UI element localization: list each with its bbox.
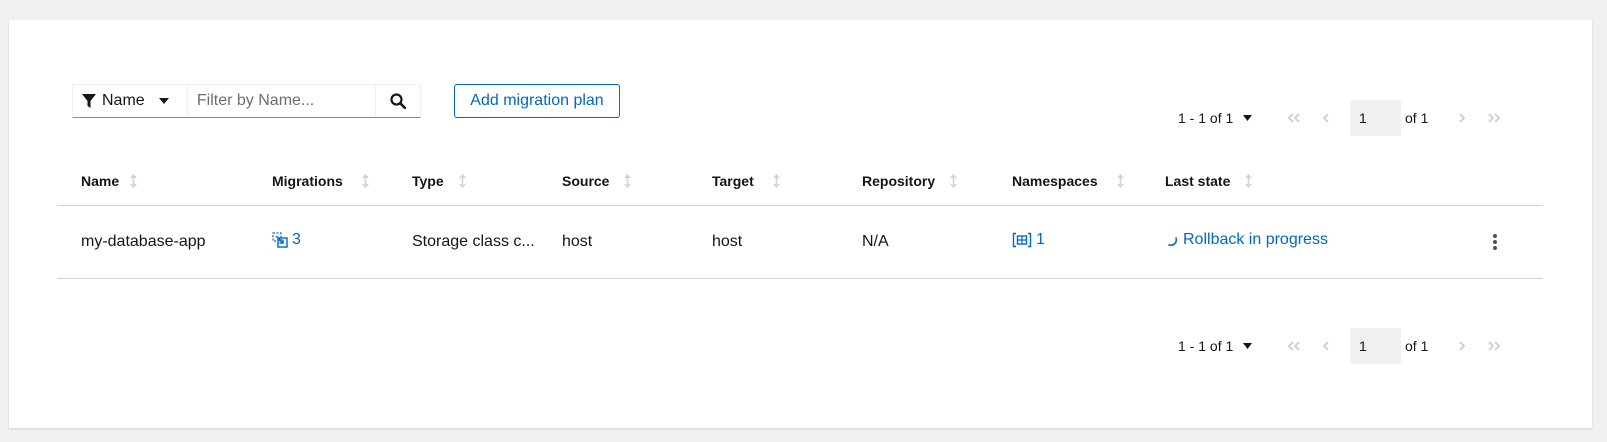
table-header-row: Name Migrations Type Source Target Repos… xyxy=(57,157,1543,206)
sort-icon xyxy=(458,174,466,188)
row-actions-cell xyxy=(1455,232,1535,252)
caret-down-icon xyxy=(158,98,169,104)
namespaces-cell: 1 xyxy=(1012,231,1165,253)
sort-icon xyxy=(950,174,958,188)
double-chevron-right-icon xyxy=(1488,113,1501,123)
plan-name: my-database-app xyxy=(81,233,206,250)
column-label: Repository xyxy=(862,173,936,189)
migration-plans-table: Name Migrations Type Source Target Repos… xyxy=(57,157,1543,279)
chevron-left-icon xyxy=(1322,113,1329,123)
column-label: Migrations xyxy=(272,173,343,189)
first-page-button[interactable] xyxy=(1278,100,1310,136)
pagination-range: 1 - 1 of 1 xyxy=(1178,338,1234,354)
search-button[interactable] xyxy=(374,85,420,117)
pagination-bottom: 1 - 1 of 1 of 1 xyxy=(1178,328,1607,364)
migration-icon xyxy=(272,232,288,248)
last-page-button[interactable] xyxy=(1478,328,1510,364)
current-page-input[interactable] xyxy=(1350,328,1401,364)
chevron-right-icon xyxy=(1459,113,1466,123)
column-header-repository[interactable]: Repository xyxy=(862,173,1012,189)
last-state-text: Rollback in progress xyxy=(1183,231,1328,248)
column-header-target[interactable]: Target xyxy=(712,173,862,189)
row-actions-kebab-button[interactable] xyxy=(1487,232,1503,252)
search-icon xyxy=(390,93,406,109)
namespaces-count: 1 xyxy=(1036,231,1045,248)
current-page-input[interactable] xyxy=(1350,100,1401,136)
plan-source: host xyxy=(562,233,593,250)
sort-icon xyxy=(1245,174,1253,188)
column-label: Last state xyxy=(1165,173,1231,189)
migrations-cell: 3 xyxy=(272,231,412,253)
chevron-right-icon xyxy=(1459,341,1466,351)
column-label: Target xyxy=(712,173,754,189)
filter-group: Name xyxy=(72,84,421,118)
namespace-icon xyxy=(1012,232,1032,248)
sort-icon xyxy=(1116,174,1124,188)
column-header-name[interactable]: Name xyxy=(57,173,272,189)
column-label: Type xyxy=(412,173,444,189)
sort-icon xyxy=(624,174,632,188)
page-total: of 1 xyxy=(1405,110,1429,126)
pagination-range: 1 - 1 of 1 xyxy=(1178,110,1234,126)
per-page-dropdown[interactable]: 1 - 1 of 1 xyxy=(1178,338,1253,354)
column-header-migrations[interactable]: Migrations xyxy=(272,173,412,189)
plan-type: Storage class c... xyxy=(412,233,535,250)
column-label: Name xyxy=(81,173,120,189)
next-page-button[interactable] xyxy=(1446,328,1478,364)
double-chevron-left-icon xyxy=(1287,341,1300,351)
double-chevron-right-icon xyxy=(1488,341,1501,351)
caret-down-icon xyxy=(1243,343,1253,349)
column-header-type[interactable]: Type xyxy=(412,173,562,189)
per-page-dropdown[interactable]: 1 - 1 of 1 xyxy=(1178,110,1253,126)
last-page-button[interactable] xyxy=(1478,100,1510,136)
filter-attribute-dropdown[interactable]: Name xyxy=(73,85,188,117)
previous-page-button[interactable] xyxy=(1310,100,1342,136)
sort-icon xyxy=(130,174,138,188)
next-page-button[interactable] xyxy=(1446,100,1478,136)
column-header-source[interactable]: Source xyxy=(562,173,712,189)
sort-icon xyxy=(361,174,369,188)
double-chevron-left-icon xyxy=(1287,113,1300,123)
migrations-count: 3 xyxy=(292,231,301,248)
last-state-link[interactable]: Rollback in progress xyxy=(1165,231,1328,249)
column-header-last-state[interactable]: Last state xyxy=(1165,173,1455,189)
table-row: my-database-app 3 Storage class c... hos… xyxy=(57,206,1543,279)
pagination-top: 1 - 1 of 1 of 1 xyxy=(1178,100,1607,136)
filter-name-input[interactable] xyxy=(187,85,375,117)
column-label: Namespaces xyxy=(1012,173,1098,189)
previous-page-button[interactable] xyxy=(1310,328,1342,364)
spinner-icon xyxy=(1168,237,1178,247)
page-total: of 1 xyxy=(1405,338,1429,354)
migrations-count-link[interactable]: 3 xyxy=(272,231,301,249)
add-migration-plan-button[interactable]: Add migration plan xyxy=(454,84,620,118)
plan-target: host xyxy=(712,233,743,250)
kebab-icon xyxy=(1493,234,1497,250)
column-header-namespaces[interactable]: Namespaces xyxy=(1012,173,1165,189)
chevron-left-icon xyxy=(1322,341,1329,351)
column-label: Source xyxy=(562,173,610,189)
first-page-button[interactable] xyxy=(1278,328,1310,364)
plan-repository: N/A xyxy=(862,233,889,250)
filter-attribute-label: Name xyxy=(102,92,145,109)
last-state-cell: Rollback in progress xyxy=(1165,231,1455,253)
sort-icon xyxy=(772,174,780,188)
caret-down-icon xyxy=(1243,115,1253,121)
namespaces-count-link[interactable]: 1 xyxy=(1012,231,1045,249)
filter-icon xyxy=(82,93,96,108)
